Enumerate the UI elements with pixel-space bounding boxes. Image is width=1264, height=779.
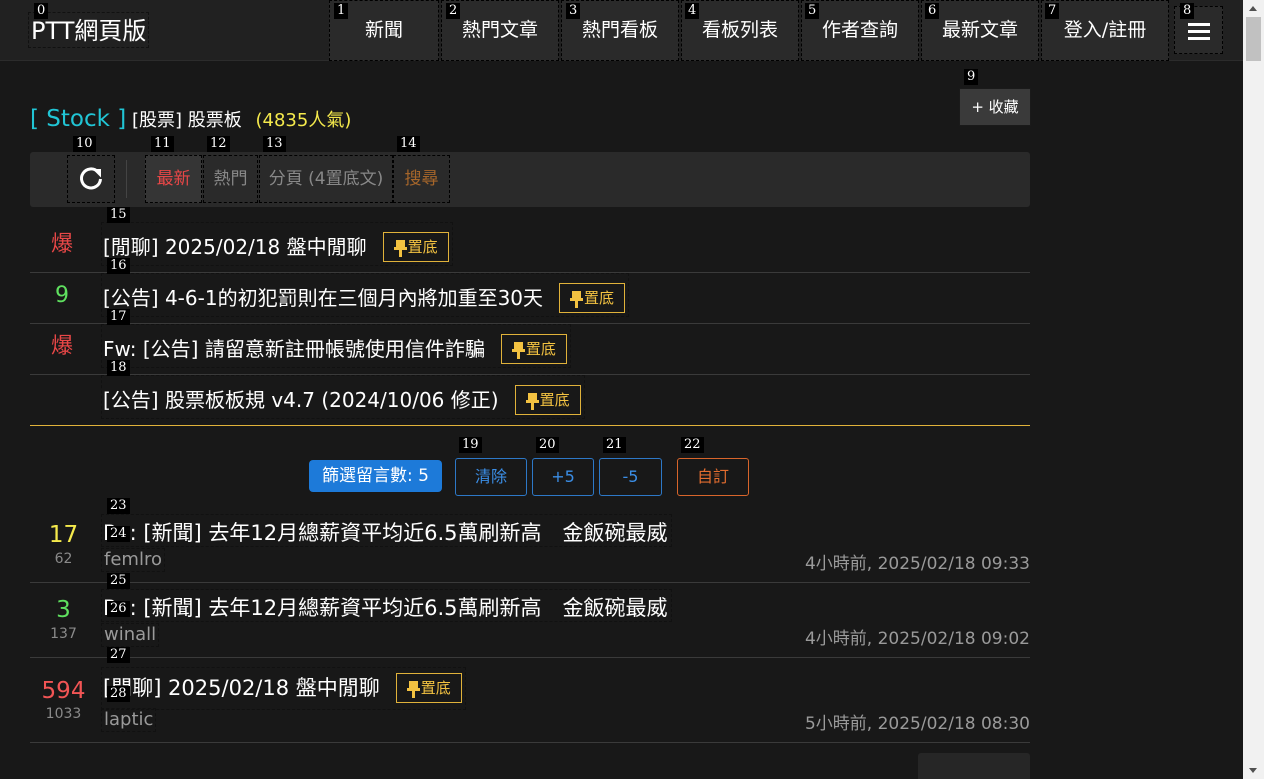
article-time: 5小時前, 2025/02/18 08:30 [804, 714, 1030, 734]
board-name: [ Stock ] [30, 106, 127, 132]
scrollbar[interactable] [1243, 0, 1264, 779]
tab-latest[interactable]: 最新 [145, 155, 202, 203]
pinned-title: [公告] 股票板板規 v4.7 (2024/10/06 修正) [103, 388, 499, 412]
toolbar-divider [126, 160, 127, 198]
favorite-button[interactable]: + 收藏 [959, 88, 1031, 126]
pinned-row[interactable]: 爆 [閒聊] 2025/02/18 盤中閒聊 置底 [30, 222, 1030, 273]
article-title-link[interactable]: Re: [新聞] 去年12月總薪資平均近6.5萬刷新高 金飯碗最威 [101, 514, 672, 547]
push-count: 3 [56, 597, 71, 623]
comment-count: 62 [54, 551, 73, 567]
pinned-badge-label: 置底 [407, 238, 438, 256]
filter-minus-button[interactable]: -5 [599, 458, 662, 496]
pinned-badge: 置底 [514, 385, 581, 415]
article-title: [閒聊] 2025/02/18 盤中閒聊 [103, 676, 380, 700]
article-title-link[interactable]: Re: [新聞] 去年12月總薪資平均近6.5萬刷新高 金飯碗最威 [101, 589, 672, 622]
refresh-button[interactable] [67, 155, 115, 203]
pinned-title: [公告] 4-6-1的初犯罰則在三個月內將加重至30天 [103, 286, 544, 310]
pinned-badge: 置底 [500, 334, 567, 364]
pinned-title: [閒聊] 2025/02/18 盤中閒聊 [103, 235, 367, 259]
refresh-icon [80, 167, 102, 190]
pinned-badge: 置底 [382, 232, 449, 262]
scroll-up-icon[interactable] [1249, 6, 1257, 11]
scrollbar-thumb[interactable] [1246, 17, 1261, 61]
tab-search[interactable]: 搜尋 [393, 155, 450, 203]
pinned-divider [30, 425, 1030, 426]
pinned-badge-label: 置底 [584, 289, 615, 307]
pinned-badge-label: 置底 [525, 340, 556, 358]
pinned-title: Fw: [公告] 請留意新註冊帳號使用信件詐騙 [103, 337, 485, 361]
push-count: 9 [55, 283, 69, 308]
article-row[interactable]: 17 62 Re: [新聞] 去年12月總薪資平均近6.5萬刷新高 金飯碗最威 … [30, 508, 1030, 583]
article-row[interactable]: 3 137 Re: [新聞] 去年12月總薪資平均近6.5萬刷新高 金飯碗最威 … [30, 583, 1030, 658]
filter-plus-button[interactable]: +5 [532, 458, 594, 496]
pinned-row[interactable]: 爆 Fw: [公告] 請留意新註冊帳號使用信件詐騙 置底 [30, 324, 1030, 375]
pinned-title-link[interactable]: Fw: [公告] 請留意新註冊帳號使用信件詐騙 置底 [101, 324, 571, 368]
push-count: 爆 [50, 232, 73, 257]
article-author-link[interactable]: laptic [101, 708, 157, 732]
comment-count: 137 [50, 626, 77, 642]
push-count: 爆 [50, 334, 73, 359]
pinned-title-link[interactable]: [公告] 4-6-1的初犯罰則在三個月內將加重至30天 置底 [101, 273, 630, 317]
article-time: 4小時前, 2025/02/18 09:02 [804, 629, 1030, 649]
pinned-badge-label: 置底 [539, 391, 570, 409]
filter-custom-button[interactable]: 自訂 [677, 458, 749, 496]
board-class: [股票] 股票板 [131, 110, 242, 131]
pinned-row[interactable]: 9 [公告] 4-6-1的初犯罰則在三個月內將加重至30天 置底 [30, 273, 1030, 324]
pagination-button[interactable] [918, 753, 1030, 779]
pinned-badge: 置底 [559, 283, 626, 313]
board-popularity: (4835人氣) [255, 110, 352, 131]
push-count: 17 [48, 522, 79, 548]
article-time: 4小時前, 2025/02/18 09:33 [804, 554, 1030, 574]
board-header: [ Stock ] [股票] 股票板 (4835人氣) [30, 104, 351, 136]
push-count: 594 [41, 678, 86, 704]
filter-label: 篩選留言數: 5 [309, 460, 442, 492]
comment-count: 1033 [45, 706, 82, 722]
article-author-link[interactable]: winall [101, 623, 160, 647]
pinned-badge-label: 置底 [420, 679, 451, 697]
article-row[interactable]: 594 1033 [閒聊] 2025/02/18 盤中閒聊 置底 laptic 5… [30, 658, 1030, 743]
article-title-link[interactable]: [閒聊] 2025/02/18 盤中閒聊 置底 [101, 667, 466, 710]
article-author-link[interactable]: femlro [101, 548, 165, 572]
scroll-down-icon[interactable] [1249, 768, 1257, 773]
pinned-row[interactable]: [公告] 股票板板規 v4.7 (2024/10/06 修正) 置底 [30, 375, 1030, 426]
pinned-title-link[interactable]: [閒聊] 2025/02/18 盤中閒聊 置底 [101, 222, 453, 266]
pinned-title-link[interactable]: [公告] 股票板板規 v4.7 (2024/10/06 修正) 置底 [101, 375, 585, 419]
tab-paged[interactable]: 分頁 (4置底文) [259, 155, 393, 203]
tab-hot[interactable]: 熱門 [203, 155, 258, 203]
pinned-badge: 置底 [395, 673, 462, 703]
filter-clear-button[interactable]: 清除 [455, 458, 527, 496]
nav-login-register[interactable]: 登入/註冊 [1041, 0, 1169, 61]
